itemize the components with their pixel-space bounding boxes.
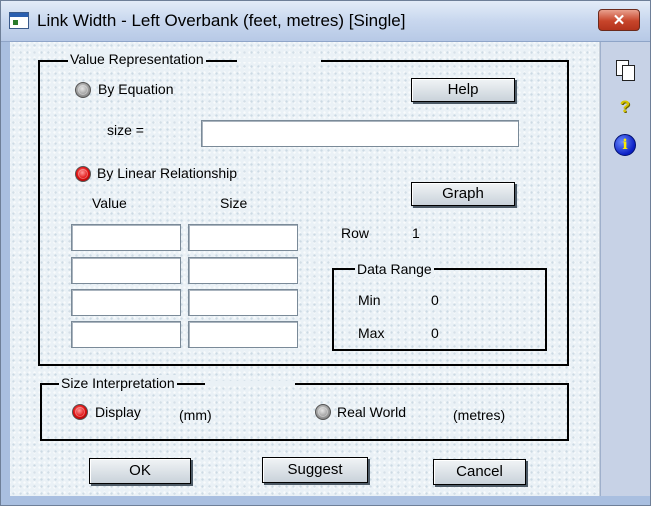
side-toolbar: ? i: [600, 42, 650, 496]
by-linear-relationship-label[interactable]: By Linear Relationship: [97, 165, 237, 181]
by-equation-radio[interactable]: [75, 82, 91, 98]
cancel-button[interactable]: Cancel: [433, 459, 526, 485]
size-cell-row1[interactable]: [188, 224, 298, 251]
display-label[interactable]: Display: [95, 404, 141, 420]
value-cell-row3[interactable]: [71, 289, 181, 316]
by-linear-relationship-radio[interactable]: [75, 166, 91, 182]
graph-button[interactable]: Graph: [411, 182, 515, 206]
value-cell-row1[interactable]: [71, 224, 181, 251]
value-cell-row2[interactable]: [71, 257, 181, 284]
value-column-header: Value: [92, 195, 127, 211]
close-button[interactable]: ✕: [598, 9, 640, 31]
real-world-label[interactable]: Real World: [337, 404, 406, 420]
value-representation-legend: Value Representation: [68, 51, 206, 67]
size-equation-label: size =: [107, 122, 144, 138]
size-column-header: Size: [220, 195, 248, 211]
row-label: Row: [341, 225, 370, 241]
help-button[interactable]: Help: [411, 78, 515, 102]
help-question-icon[interactable]: ?: [614, 96, 636, 118]
dialog-content: Value Representation By Equation Help si…: [10, 42, 600, 496]
max-label: Max: [358, 325, 385, 341]
min-value: 0: [431, 292, 439, 308]
legend-gap: [237, 58, 321, 62]
real-world-unit: (metres): [453, 407, 506, 423]
suggest-button[interactable]: Suggest: [262, 457, 368, 483]
display-unit: (mm): [179, 407, 212, 423]
size-interpretation-gap: [205, 381, 295, 385]
window-title: Link Width - Left Overbank (feet, metres…: [37, 11, 406, 30]
size-interpretation-legend: Size Interpretation: [59, 375, 177, 391]
dialog-window: Link Width - Left Overbank (feet, metres…: [0, 0, 651, 506]
row-value: 1: [412, 225, 420, 241]
size-equation-input[interactable]: [201, 120, 519, 147]
min-label: Min: [358, 292, 381, 308]
size-cell-row3[interactable]: [188, 289, 298, 316]
copy-icon[interactable]: [614, 58, 636, 81]
by-equation-label[interactable]: By Equation: [98, 81, 174, 97]
title-bar[interactable]: Link Width - Left Overbank (feet, metres…: [1, 1, 650, 42]
app-window-icon: [9, 12, 29, 29]
ok-button[interactable]: OK: [89, 458, 191, 484]
data-range-legend: Data Range: [355, 261, 434, 277]
real-world-radio[interactable]: [315, 404, 331, 420]
max-value: 0: [431, 325, 439, 341]
value-cell-row4[interactable]: [71, 321, 181, 348]
size-cell-row2[interactable]: [188, 257, 298, 284]
info-icon[interactable]: i: [614, 134, 636, 156]
display-radio[interactable]: [72, 404, 88, 420]
size-cell-row4[interactable]: [188, 321, 298, 348]
